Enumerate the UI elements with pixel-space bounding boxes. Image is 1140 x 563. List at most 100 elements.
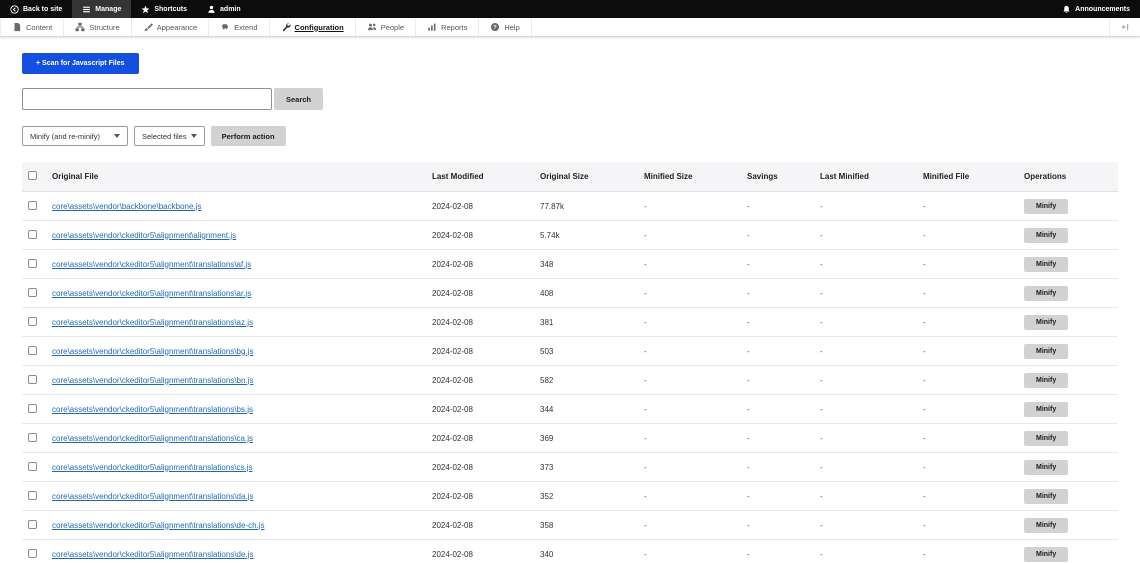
cell-original-size: 340 [540, 539, 644, 563]
row-checkbox[interactable] [28, 548, 37, 558]
row-checkbox[interactable] [28, 287, 37, 297]
search-button[interactable]: Search [274, 88, 324, 110]
cell-minified-size: - [644, 191, 747, 221]
search-input[interactable] [22, 88, 272, 110]
people-icon [367, 22, 377, 32]
row-checkbox[interactable] [28, 258, 37, 268]
original-file-link[interactable]: core\assets\vendor\ckeditor5\alignment\t… [52, 376, 253, 385]
minify-button[interactable]: Minify [1024, 517, 1069, 533]
action-select-value: Minify (and re-minify) [30, 131, 101, 141]
row-checkbox[interactable] [28, 345, 37, 355]
row-checkbox[interactable] [28, 461, 37, 471]
original-file-link[interactable]: core\assets\vendor\ckeditor5\alignment\t… [52, 318, 253, 327]
cell-minified-size: - [644, 423, 747, 453]
user-icon [207, 5, 216, 14]
scan-javascript-files-button[interactable]: + Scan for Javascript Files [22, 53, 139, 74]
cell-original-size: 352 [540, 481, 644, 511]
minify-button[interactable]: Minify [1024, 546, 1069, 562]
table-row: core\assets\vendor\ckeditor5\alignment\a… [22, 220, 1118, 250]
cell-savings: - [747, 394, 820, 424]
minify-button[interactable]: Minify [1024, 343, 1069, 359]
shortcuts-tab[interactable]: Shortcuts [131, 0, 197, 18]
original-file-link[interactable]: core\assets\vendor\ckeditor5\alignment\t… [52, 492, 253, 501]
manage-label: Manage [95, 5, 122, 13]
col-minified-file: Minified File [923, 162, 1024, 192]
original-file-link[interactable]: core\assets\vendor\ckeditor5\alignment\t… [52, 434, 253, 443]
cell-minified-file: - [923, 452, 1024, 482]
puzzle-icon [220, 22, 230, 32]
table-row: core\assets\vendor\ckeditor5\alignment\t… [22, 539, 1118, 563]
minify-button[interactable]: Minify [1024, 227, 1069, 243]
menu-item-content[interactable]: Content [0, 18, 65, 36]
cell-last-modified: 2024-02-08 [432, 307, 540, 337]
cell-last-modified: 2024-02-08 [432, 423, 540, 453]
menu-item-reports[interactable]: Reports [416, 18, 480, 36]
menu-item-help[interactable]: ? Help [479, 18, 532, 36]
menu-item-structure[interactable]: Structure [64, 18, 132, 36]
cell-last-minified: - [820, 423, 923, 453]
admin-user-tab[interactable]: admin [197, 0, 251, 18]
shortcuts-label: Shortcuts [154, 5, 188, 13]
minify-button[interactable]: Minify [1024, 198, 1069, 214]
manage-tab[interactable]: Manage [72, 0, 132, 18]
minify-button[interactable]: Minify [1024, 459, 1069, 475]
cell-last-modified: 2024-02-08 [432, 191, 540, 221]
cell-savings: - [747, 423, 820, 453]
action-select[interactable]: Minify (and re-minify) [22, 126, 128, 146]
row-checkbox[interactable] [28, 316, 37, 326]
original-file-link[interactable]: core\assets\vendor\ckeditor5\alignment\t… [52, 521, 265, 530]
back-to-site-button[interactable]: Back to site [0, 0, 72, 18]
minify-button[interactable]: Minify [1024, 430, 1069, 446]
cell-minified-file: - [923, 220, 1024, 250]
cell-last-minified: - [820, 336, 923, 366]
cell-minified-file: - [923, 191, 1024, 221]
menu-item-appearance[interactable]: Appearance [132, 18, 210, 36]
minify-button[interactable]: Minify [1024, 256, 1069, 272]
row-checkbox[interactable] [28, 490, 37, 500]
original-file-link[interactable]: core\assets\vendor\ckeditor5\alignment\t… [52, 463, 253, 472]
hamburger-icon [82, 5, 91, 14]
row-checkbox[interactable] [28, 229, 37, 239]
minify-button[interactable]: Minify [1024, 314, 1069, 330]
cell-last-modified: 2024-02-08 [432, 510, 540, 540]
toolbar-orientation-toggle[interactable] [1109, 18, 1140, 36]
announcements-button[interactable]: Announcements [1052, 0, 1140, 18]
row-checkbox[interactable] [28, 374, 37, 384]
cell-minified-file: - [923, 307, 1024, 337]
minify-button[interactable]: Minify [1024, 372, 1069, 388]
original-file-link[interactable]: core\assets\vendor\ckeditor5\alignment\t… [52, 405, 253, 414]
original-file-link[interactable]: core\assets\vendor\ckeditor5\alignment\t… [52, 260, 251, 269]
menu-item-configuration[interactable]: Configuration [270, 18, 356, 36]
cell-minified-file: - [923, 336, 1024, 366]
col-operations: Operations [1024, 162, 1118, 192]
row-checkbox[interactable] [28, 519, 37, 529]
selected-files-dropdown[interactable]: Selected files [134, 126, 205, 146]
row-checkbox[interactable] [28, 403, 37, 413]
cell-last-minified: - [820, 249, 923, 279]
row-checkbox[interactable] [28, 432, 37, 442]
perform-action-button[interactable]: Perform action [210, 126, 286, 146]
minify-button[interactable]: Minify [1024, 285, 1069, 301]
menu-item-people[interactable]: People [356, 18, 417, 36]
original-file-link[interactable]: core\assets\vendor\backbone\backbone.js [52, 202, 201, 211]
cell-savings: - [747, 307, 820, 337]
original-file-link[interactable]: core\assets\vendor\ckeditor5\alignment\t… [52, 550, 253, 559]
original-file-link[interactable]: core\assets\vendor\ckeditor5\alignment\a… [52, 231, 236, 240]
col-last-modified: Last Modified [432, 162, 540, 192]
minify-button[interactable]: Minify [1024, 401, 1069, 417]
original-file-link[interactable]: core\assets\vendor\ckeditor5\alignment\t… [52, 289, 251, 298]
row-checkbox[interactable] [28, 200, 37, 210]
col-original-size: Original Size [540, 162, 644, 192]
cell-last-minified: - [820, 365, 923, 395]
cell-savings: - [747, 278, 820, 308]
table-row: core\assets\vendor\ckeditor5\alignment\t… [22, 394, 1118, 424]
minify-button[interactable]: Minify [1024, 488, 1069, 504]
cell-minified-size: - [644, 394, 747, 424]
menu-item-label: Appearance [156, 22, 198, 32]
menu-item-extend[interactable]: Extend [209, 18, 270, 36]
table-row: core\assets\vendor\ckeditor5\alignment\t… [22, 365, 1118, 395]
col-last-minified: Last Minified [820, 162, 923, 192]
cell-savings: - [747, 539, 820, 563]
select-all-checkbox[interactable] [28, 171, 37, 180]
original-file-link[interactable]: core\assets\vendor\ckeditor5\alignment\t… [52, 347, 253, 356]
